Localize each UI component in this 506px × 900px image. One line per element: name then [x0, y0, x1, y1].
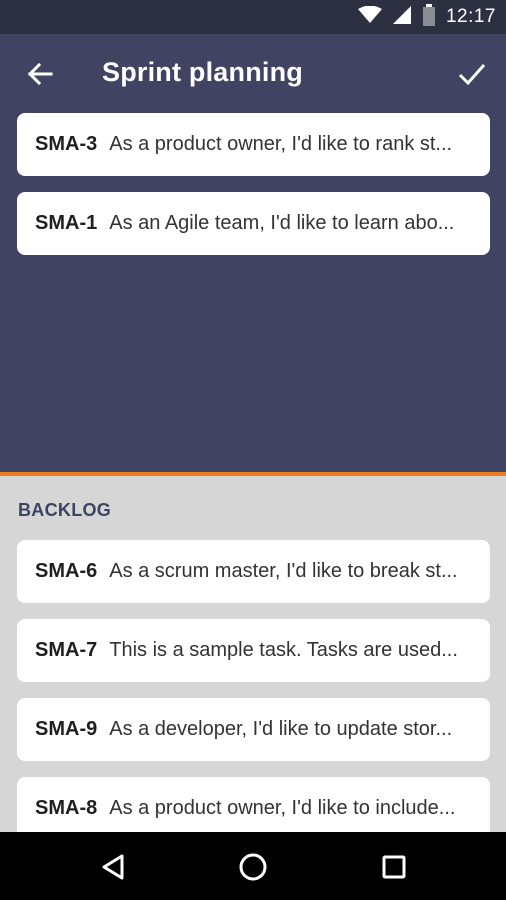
back-triangle-icon [102, 854, 124, 880]
page-title: Sprint planning [102, 57, 303, 87]
wifi-icon [357, 5, 382, 29]
issue-summary: As an Agile team, I'd like to learn abo.… [109, 212, 455, 234]
nav-back-button[interactable] [96, 850, 130, 884]
nav-home-button[interactable] [236, 850, 270, 884]
sprint-issue-card[interactable]: SMA-1 As an Agile team, I'd like to lear… [17, 192, 490, 255]
issue-key: SMA-6 [35, 560, 98, 582]
backlog-issue-card[interactable]: SMA-8 As a product owner, I'd like to in… [17, 777, 490, 832]
issue-summary: As a product owner, I'd like to rank st.… [109, 133, 453, 155]
issue-summary: As a product owner, I'd like to include.… [109, 797, 456, 819]
issue-key: SMA-7 [35, 639, 98, 661]
confirm-button[interactable] [454, 56, 490, 92]
status-time: 12:17 [445, 6, 496, 27]
signal-icon [392, 5, 412, 30]
status-icons: 12:17 [357, 0, 496, 34]
toolbar: Sprint planning [0, 34, 506, 114]
nav-recents-button[interactable] [377, 850, 411, 884]
home-circle-icon [239, 853, 267, 881]
arrow-left-icon [27, 62, 53, 86]
issue-summary: As a scrum master, I'd like to break st.… [109, 560, 458, 582]
backlog-area: BACKLOG SMA-6 As a scrum master, I'd lik… [0, 476, 506, 832]
backlog-issue-card[interactable]: SMA-9 As a developer, I'd like to update… [17, 698, 490, 761]
issue-key: SMA-9 [35, 718, 98, 740]
issue-summary: This is a sample task. Tasks are used... [109, 639, 458, 661]
issue-key: SMA-1 [35, 212, 98, 234]
sprint-issue-card[interactable]: SMA-3 As a product owner, I'd like to ra… [17, 113, 490, 176]
issue-summary: As a developer, I'd like to update stor.… [109, 718, 453, 740]
sprint-area: Sprint planning SMA-3 As a product owner… [0, 34, 506, 472]
system-nav-bar [0, 832, 506, 900]
check-icon [458, 64, 486, 86]
backlog-header: BACKLOG [18, 500, 112, 520]
issue-key: SMA-8 [35, 797, 98, 819]
recents-square-icon [382, 855, 406, 879]
backlog-issue-card[interactable]: SMA-6 As a scrum master, I'd like to bre… [17, 540, 490, 603]
status-bar: 12:17 [0, 0, 506, 34]
backlog-issue-card[interactable]: SMA-7 This is a sample task. Tasks are u… [17, 619, 490, 682]
back-button[interactable] [22, 56, 58, 92]
issue-key: SMA-3 [35, 133, 98, 155]
battery-icon [422, 3, 436, 31]
